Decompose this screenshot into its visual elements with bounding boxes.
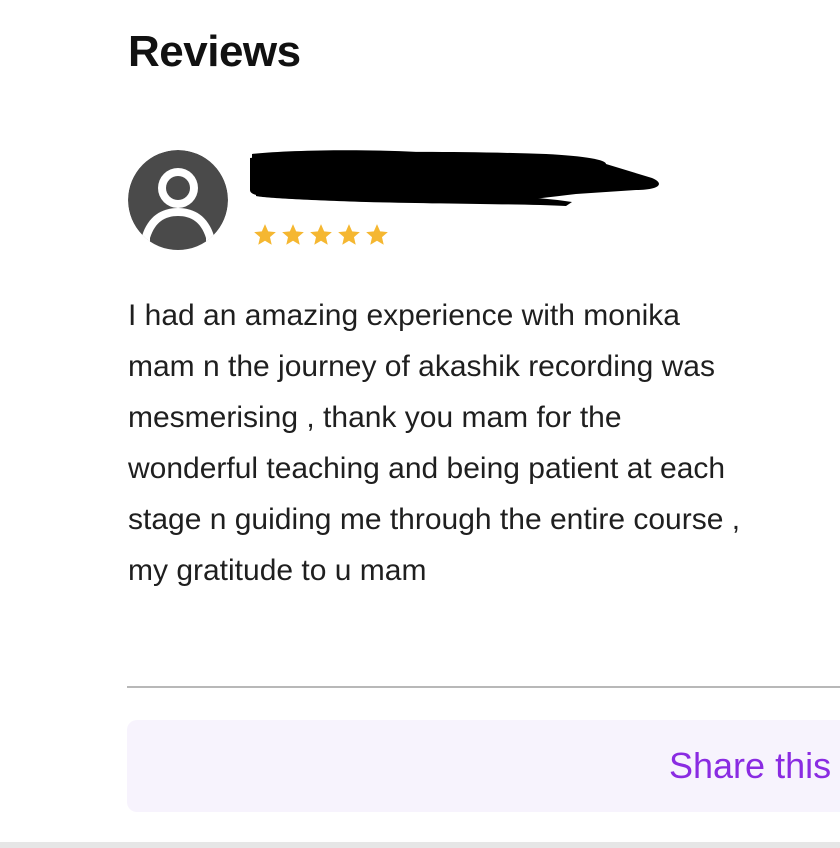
user-avatar-icon — [128, 150, 228, 250]
reviewer-name — [246, 150, 666, 208]
star-rating — [252, 222, 390, 248]
star-icon — [310, 224, 332, 245]
share-button[interactable]: Share this — [127, 720, 840, 812]
star-icon — [282, 224, 304, 245]
star-icon — [338, 224, 360, 245]
star-icon — [254, 224, 276, 245]
divider — [127, 686, 840, 688]
review-text: I had an amazing experience with monika … — [128, 299, 741, 587]
reviews-page: Reviews I had an amazing experience with… — [0, 0, 840, 848]
bottom-divider — [0, 842, 840, 848]
name-redaction-scribble — [250, 150, 659, 206]
star-icon — [366, 224, 388, 245]
share-label: Share this — [669, 745, 832, 786]
reviews-heading: Reviews — [128, 27, 301, 76]
